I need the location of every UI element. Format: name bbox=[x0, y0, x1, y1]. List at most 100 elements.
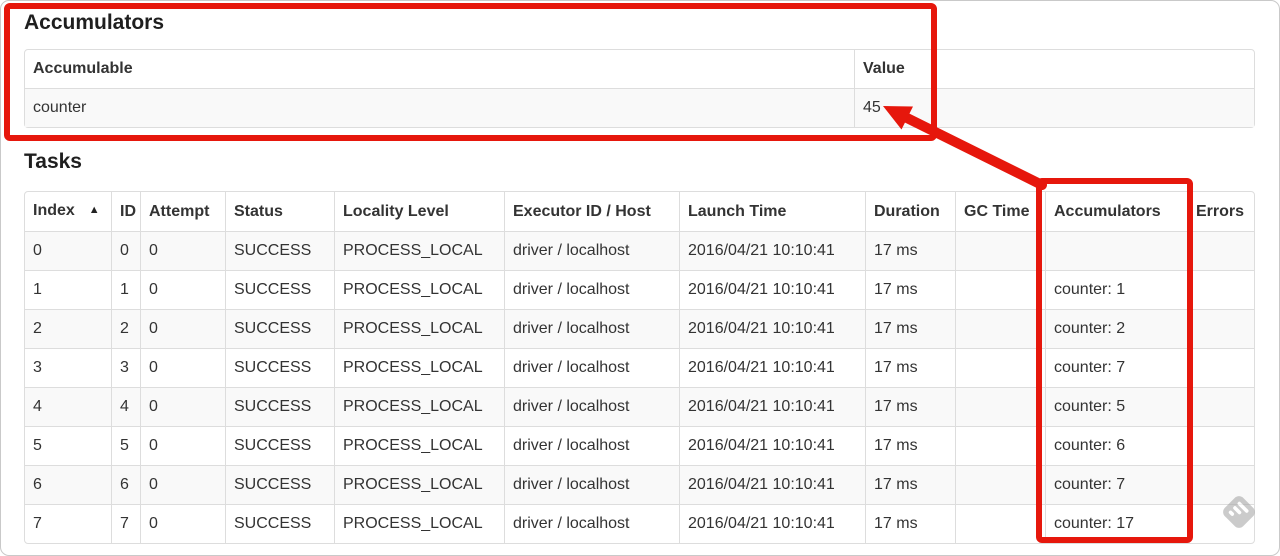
table-cell: 0 bbox=[140, 348, 225, 387]
col-header-index-label: Index bbox=[33, 202, 75, 219]
table-cell: 2016/04/21 10:10:41 bbox=[679, 465, 865, 504]
table-cell: 0 bbox=[140, 426, 225, 465]
table-cell: driver / localhost bbox=[504, 309, 679, 348]
table-cell: PROCESS_LOCAL bbox=[334, 504, 504, 543]
table-row: 3 3 0 SUCCESS PROCESS_LOCAL driver / localhos… bbox=[25, 348, 1254, 387]
table-cell bbox=[955, 231, 1045, 270]
table-cell: 6 bbox=[111, 465, 140, 504]
tasks-table-body: 0 0 0 SUCCESS PROCESS_LOCAL driver / localhos… bbox=[25, 231, 1254, 543]
table-cell bbox=[1187, 270, 1254, 309]
table-cell: 7 bbox=[111, 504, 140, 543]
table-cell: 7 bbox=[25, 504, 111, 543]
table-cell: 2016/04/21 10:10:41 bbox=[679, 387, 865, 426]
table-cell bbox=[1187, 387, 1254, 426]
table-row: 1 1 0 SUCCESS PROCESS_LOCAL driver / localhos… bbox=[25, 270, 1254, 309]
col-header-accumulable[interactable]: Accumulable bbox=[25, 50, 854, 88]
table-cell: 2016/04/21 10:10:41 bbox=[679, 309, 865, 348]
table-cell: SUCCESS bbox=[225, 309, 334, 348]
table-cell: 2016/04/21 10:10:41 bbox=[679, 504, 865, 543]
col-header-locality-level[interactable]: Locality Level bbox=[334, 192, 504, 231]
table-cell: counter: 7 bbox=[1045, 465, 1187, 504]
table-cell: SUCCESS bbox=[225, 387, 334, 426]
table-cell: 1 bbox=[25, 270, 111, 309]
col-header-value[interactable]: Value bbox=[854, 50, 1254, 88]
table-cell: SUCCESS bbox=[225, 504, 334, 543]
table-cell: counter: 17 bbox=[1045, 504, 1187, 543]
table-cell bbox=[955, 504, 1045, 543]
col-header-attempt[interactable]: Attempt bbox=[140, 192, 225, 231]
col-header-executor-id-host[interactable]: Executor ID / Host bbox=[504, 192, 679, 231]
table-cell: 0 bbox=[140, 387, 225, 426]
table-cell: counter: 6 bbox=[1045, 426, 1187, 465]
col-header-accumulators[interactable]: Accumulators bbox=[1045, 192, 1187, 231]
table-cell: counter: 7 bbox=[1045, 348, 1187, 387]
table-cell: counter bbox=[25, 88, 854, 127]
table-cell: 17 ms bbox=[865, 504, 955, 543]
table-cell: 2016/04/21 10:10:41 bbox=[679, 270, 865, 309]
table-cell: driver / localhost bbox=[504, 465, 679, 504]
table-cell: 17 ms bbox=[865, 348, 955, 387]
col-header-index[interactable]: Index ▲ bbox=[25, 192, 111, 231]
table-cell: 5 bbox=[25, 426, 111, 465]
table-cell: counter: 1 bbox=[1045, 270, 1187, 309]
table-cell bbox=[1187, 348, 1254, 387]
col-header-duration[interactable]: Duration bbox=[865, 192, 955, 231]
col-header-id[interactable]: ID bbox=[111, 192, 140, 231]
table-row: 2 2 0 SUCCESS PROCESS_LOCAL driver / localhos… bbox=[25, 309, 1254, 348]
table-cell: 0 bbox=[140, 465, 225, 504]
table-cell: driver / localhost bbox=[504, 231, 679, 270]
table-cell: 0 bbox=[25, 231, 111, 270]
table-row: 6 6 0 SUCCESS PROCESS_LOCAL driver / localhos… bbox=[25, 465, 1254, 504]
col-header-status[interactable]: Status bbox=[225, 192, 334, 231]
sort-ascending-icon: ▲ bbox=[88, 204, 100, 216]
table-cell: SUCCESS bbox=[225, 465, 334, 504]
table-cell: 17 ms bbox=[865, 465, 955, 504]
table-cell: 17 ms bbox=[865, 426, 955, 465]
table-cell: 0 bbox=[140, 504, 225, 543]
accumulators-table-body: counter 45 bbox=[25, 88, 1254, 127]
table-cell bbox=[1187, 309, 1254, 348]
table-cell: SUCCESS bbox=[225, 348, 334, 387]
table-cell: SUCCESS bbox=[225, 231, 334, 270]
table-row: counter 45 bbox=[25, 88, 1254, 127]
table-cell: driver / localhost bbox=[504, 504, 679, 543]
accumulators-header-row: Accumulable Value bbox=[25, 50, 1254, 88]
table-cell bbox=[1187, 426, 1254, 465]
table-cell: 0 bbox=[111, 231, 140, 270]
table-cell bbox=[955, 387, 1045, 426]
table-cell bbox=[955, 270, 1045, 309]
table-cell bbox=[955, 426, 1045, 465]
col-header-errors[interactable]: Errors bbox=[1187, 192, 1254, 231]
table-cell: 3 bbox=[111, 348, 140, 387]
table-cell: 3 bbox=[25, 348, 111, 387]
table-cell: driver / localhost bbox=[504, 426, 679, 465]
col-header-gc-time[interactable]: GC Time bbox=[955, 192, 1045, 231]
table-cell bbox=[955, 348, 1045, 387]
table-cell: SUCCESS bbox=[225, 426, 334, 465]
col-header-launch-time[interactable]: Launch Time bbox=[679, 192, 865, 231]
tasks-table: Index ▲ ID Attempt Status Locality Level … bbox=[24, 191, 1255, 544]
table-cell bbox=[955, 309, 1045, 348]
table-cell: counter: 2 bbox=[1045, 309, 1187, 348]
tasks-header-row: Index ▲ ID Attempt Status Locality Level … bbox=[25, 192, 1254, 231]
table-cell: 5 bbox=[111, 426, 140, 465]
table-cell: 1 bbox=[111, 270, 140, 309]
table-cell: 4 bbox=[25, 387, 111, 426]
table-cell bbox=[1187, 465, 1254, 504]
table-cell: 2 bbox=[25, 309, 111, 348]
accumulators-table: Accumulable Value counter 45 bbox=[24, 49, 1255, 128]
table-cell: PROCESS_LOCAL bbox=[334, 465, 504, 504]
table-cell: 2016/04/21 10:10:41 bbox=[679, 426, 865, 465]
table-cell: driver / localhost bbox=[504, 348, 679, 387]
table-cell: 45 bbox=[854, 88, 1254, 127]
table-cell bbox=[1045, 231, 1187, 270]
table-cell: 2 bbox=[111, 309, 140, 348]
table-cell: PROCESS_LOCAL bbox=[334, 270, 504, 309]
table-cell: 6 bbox=[25, 465, 111, 504]
accumulators-section-title: Accumulators bbox=[24, 11, 165, 34]
table-cell: 0 bbox=[140, 231, 225, 270]
table-cell: 17 ms bbox=[865, 231, 955, 270]
table-cell bbox=[1187, 504, 1254, 543]
table-cell: PROCESS_LOCAL bbox=[334, 309, 504, 348]
table-cell: PROCESS_LOCAL bbox=[334, 348, 504, 387]
